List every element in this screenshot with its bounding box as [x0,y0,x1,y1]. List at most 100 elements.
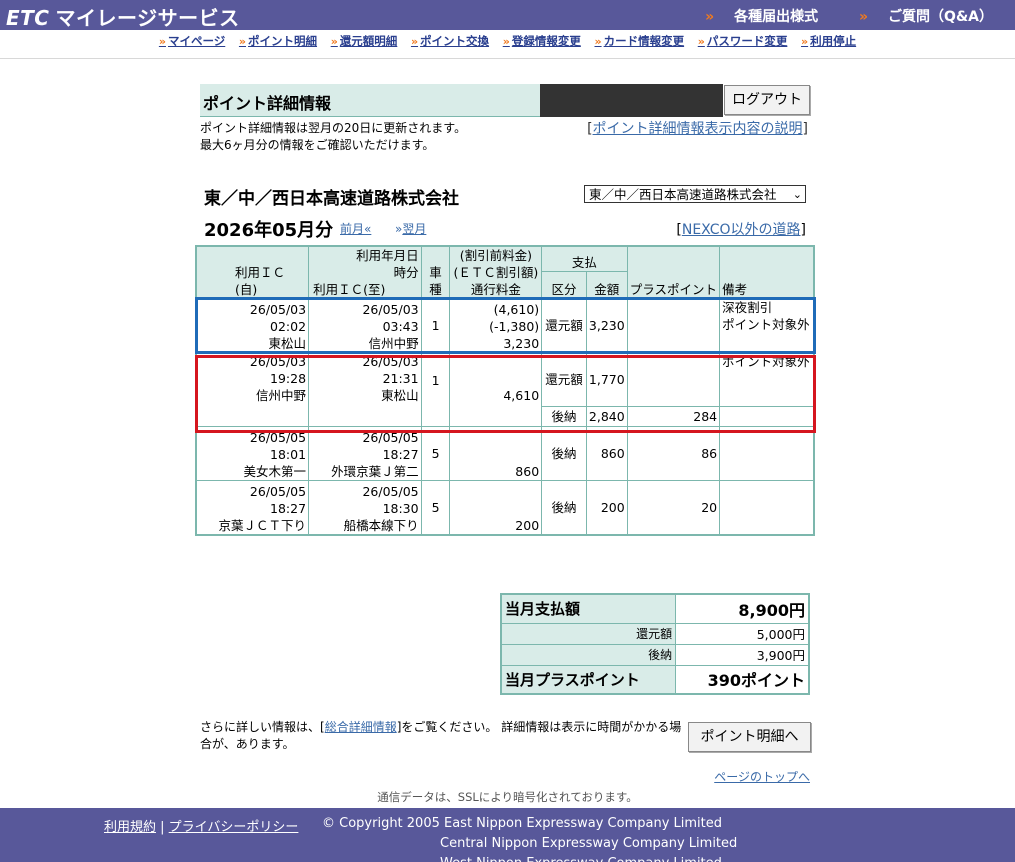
summary-points-label: 当月プラスポイント [500,664,677,695]
terms-link[interactable]: 利用規約 [104,820,156,835]
footer-links: 利用規約 | プライバシーポリシー [104,820,299,835]
main-nav: » マイページ » ポイント明細 » 還元額明細 » ポイント交換 » 登録情報変更 » カ… [0,33,1015,53]
cell-pay-amount: 1,770 [585,352,628,407]
page-title-bar: ポイント詳細情報 [200,84,540,117]
nav-point-detail[interactable]: » ポイント明細 [239,34,317,48]
nav-mypage[interactable]: » マイページ [159,34,225,48]
cell-remarks: ポイント対象外 [719,352,815,407]
site-logo[interactable]: ETC マイレージサービス [6,2,240,31]
forms-link[interactable]: » 各種届出様式 [687,9,818,25]
cell-fee: 860 [449,426,543,481]
redacted-user-name [540,84,723,117]
chevron-down-icon: ⌄ [792,188,802,201]
summary-total-row: 当月支払額 8,900円 [500,593,810,624]
arrow-icon: » [859,9,869,25]
arrow-icon: » [697,35,705,48]
cell-pay-type: 後納 [541,480,587,535]
cell-fee: 200 [449,480,543,535]
cell-remarks [719,406,815,427]
cell-fee: (4,610) (-1,380) 3,230 [449,298,543,353]
usage-table: 利用ＩＣ(自) 利用年月日 時分 利用ＩＣ(至) 車種 (割引前料金) (ＥＴＣ割引額… [195,245,815,536]
cell-to: 26/05/03 03:43 信州中野 [308,298,422,353]
summary-refund-value: 5,000円 [675,622,810,645]
explain-link-wrap: [ポイント詳細情報表示内容の説明] [587,121,808,137]
nav-point-exchange[interactable]: » ポイント交換 [411,34,489,48]
table-row: 26/05/03 02:02 東松山 26/05/03 03:43 信州中野 1 (4,… [195,298,815,353]
col-vehicle: 車種 [420,245,451,299]
summary-table: 当月支払額 8,900円 還元額 5,000円 後納 3,900円 当月プラスポ… [500,593,810,695]
header-links: » 各種届出様式 » ご質問（Q&A） [669,6,993,26]
page-title: ポイント詳細情報 [203,94,332,113]
summary-refund-label: 還元額 [500,622,677,645]
nav-registration[interactable]: » 登録情報変更 [503,34,581,48]
cell-pay-type: 後納 [541,406,587,427]
explain-link[interactable]: ポイント詳細情報表示内容の説明 [593,121,803,137]
copyright: © Copyright 2005 East Nippon Expressway … [322,816,738,862]
other-roads-link[interactable]: NEXCO以外の道路 [682,222,801,238]
cell-pay-type: 後納 [541,426,587,481]
cell-points: 284 [626,406,721,427]
cell-pay-type: 還元額 [541,352,587,407]
summary-later-value: 3,900円 [675,643,810,666]
faq-link[interactable]: » ご質問（Q&A） [841,9,993,25]
cell-from: 26/05/05 18:27 京葉ＪＣＴ下り [195,480,310,535]
summary-total-label: 当月支払額 [500,593,677,624]
col-pay-type: 区分 [541,270,587,300]
nav-password[interactable]: » パスワード変更 [698,34,788,48]
cell-remarks [719,480,815,535]
nav-card-info[interactable]: » カード情報変更 [594,34,684,48]
cell-to: 26/05/03 21:31 東松山 [308,352,422,427]
col-pay-amount: 金額 [585,270,628,300]
nav-refund-detail[interactable]: » 還元額明細 [331,34,398,48]
arrow-icon: » [502,35,510,48]
general-detail-link[interactable]: 総合詳細情報 [325,720,397,734]
arrow-icon: » [238,35,247,48]
cell-pay-amount: 860 [585,426,628,481]
site-logo-text: マイレージサービス [55,6,240,30]
cell-to: 26/05/05 18:30 船橋本線下り [308,480,422,535]
table-header-row: 利用ＩＣ(自) 利用年月日 時分 利用ＩＣ(至) 車種 (割引前料金) (ＥＴＣ割引額… [195,245,815,299]
prev-month-link[interactable]: 前月« [340,220,371,237]
arrow-icon: » [705,9,715,25]
cell-vehicle: 1 [420,352,451,427]
top-bar: ETC マイレージサービス » 各種届出様式 » ご質問（Q&A） [0,0,1015,30]
table-row: 26/05/05 18:01 美女木第一 26/05/05 18:27 外環京葉Ｊ第二 … [195,426,815,481]
point-detail-button[interactable]: ポイント明細へ [688,722,811,752]
arrow-icon: » [410,35,419,48]
page-top-link[interactable]: ページのトップへ [714,768,810,785]
etc-logo-mark: ETC [6,6,50,30]
cell-pay-amount: 2,840 [585,406,628,427]
cell-vehicle: 1 [420,298,451,353]
cell-points [626,298,721,353]
cell-from: 26/05/03 02:02 東松山 [195,298,310,353]
nav-divider [0,58,1015,59]
arrow-icon: » [158,35,166,48]
cell-points: 20 [626,480,721,535]
col-fee: (割引前料金) (ＥＴＣ割引額) 通行料金 [449,245,543,299]
logout-button[interactable]: ログアウト [724,85,810,115]
cell-fee: 4,610 [449,352,543,427]
cell-remarks [719,426,815,481]
company-name: 東／中／西日本高速道路株式会社 [204,189,459,209]
cell-pay-amount: 200 [585,480,628,535]
update-note: ポイント詳細情報は翌月の20日に更新されます。 最大6ヶ月分の情報をご確認いただ… [200,121,467,152]
col-payment: 支払 [541,245,628,272]
nav-stop-use[interactable]: » 利用停止 [801,34,856,48]
col-remarks: 備考 [719,245,815,299]
table-row: 26/05/05 18:27 京葉ＪＣＴ下り 26/05/05 18:30 船橋本線下り… [195,480,815,535]
privacy-link[interactable]: プライバシーポリシー [169,820,299,835]
summary-total-value: 8,900円 [675,593,810,624]
arrow-icon: » [594,35,602,48]
next-month-link[interactable]: »翌月 [395,220,426,237]
col-plus-point: プラスポイント [626,245,721,299]
cell-points [626,352,721,407]
cell-pay-type: 還元額 [541,298,587,353]
summary-refund-row: 還元額 5,000円 [500,622,810,645]
more-info-text: さらに詳しい情報は、[総合詳細情報]をご覧ください。 詳細情報は表示に時間がかか… [200,720,682,751]
summary-later-label: 後納 [500,643,677,666]
cell-vehicle: 5 [420,480,451,535]
cell-remarks: 深夜割引 ポイント対象外 [719,298,815,353]
cell-from: 26/05/05 18:01 美女木第一 [195,426,310,481]
cell-vehicle: 5 [420,426,451,481]
company-select[interactable]: 東／中／西日本高速道路株式会社 ⌄ [584,185,806,203]
